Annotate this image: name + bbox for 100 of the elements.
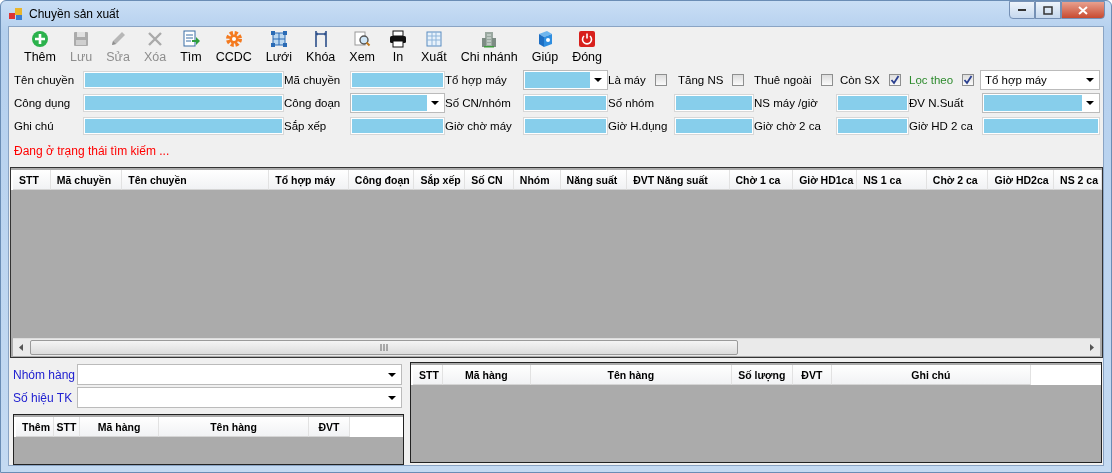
toolbar-button[interactable]: Xuất	[414, 30, 454, 68]
checkbox[interactable]	[962, 74, 975, 86]
pencil-icon	[109, 30, 128, 48]
dropdown-field[interactable]	[982, 93, 1100, 113]
dropdown-field[interactable]	[77, 364, 402, 385]
horizontal-scrollbar[interactable]	[13, 338, 1100, 356]
input-field[interactable]	[83, 94, 284, 112]
magnifier-icon	[353, 30, 372, 48]
field-label: Tên chuyền	[14, 74, 76, 86]
field-label: Công dụng	[14, 97, 72, 109]
maximize-button[interactable]	[1035, 1, 1061, 19]
document-icon	[181, 30, 200, 48]
field-label: ĐV N.Suất	[909, 97, 965, 109]
checkbox-label: Lọc theo	[909, 74, 954, 86]
column-header: Tên hàng	[530, 365, 732, 385]
minimize-icon	[1017, 8, 1027, 12]
toolbar-button[interactable]: Chi nhánh	[453, 30, 525, 68]
input-field[interactable]	[523, 117, 608, 135]
dropdown-field[interactable]	[77, 387, 402, 408]
column-header: Tổ hợp máy	[269, 170, 349, 190]
checkbox-label: Tăng NS	[678, 74, 724, 86]
gear-icon	[224, 30, 243, 48]
column-header: Chờ 2 ca	[926, 170, 989, 190]
input-field[interactable]	[83, 71, 284, 89]
dropdown-field[interactable]	[523, 70, 608, 90]
field-label: Nhóm hàng	[13, 367, 77, 382]
toolbar-button[interactable]: CCDC	[208, 30, 259, 68]
floppy-icon	[72, 30, 91, 48]
column-header: Số lượng	[731, 365, 793, 385]
column-header: STT	[413, 365, 443, 385]
checkbox-label: Thuê ngoài	[754, 74, 812, 86]
column-header: Số CN	[465, 170, 514, 190]
field-label: Giờ H.dụng	[608, 120, 669, 132]
field-label: Tổ hợp máy	[445, 74, 508, 86]
column-header: ĐVT	[792, 365, 832, 385]
building-icon	[480, 30, 499, 48]
column-header: Mã hàng	[80, 417, 159, 437]
column-header: Giờ HD2ca	[988, 170, 1055, 190]
input-field[interactable]	[982, 117, 1100, 135]
sheet-icon	[424, 30, 443, 48]
toolbar-button[interactable]: Thêm	[17, 30, 63, 68]
input-field[interactable]	[674, 117, 754, 135]
input-field[interactable]	[674, 94, 754, 112]
cross-icon	[146, 30, 165, 48]
field-label: Số CN/nhóm	[445, 97, 512, 109]
printer-icon	[389, 30, 407, 48]
field-label: Sắp xếp	[284, 120, 328, 132]
checkbox[interactable]	[888, 74, 901, 86]
column-header: NS 1 ca	[857, 170, 927, 190]
toolbar-button[interactable]: Giúp	[524, 30, 566, 68]
field-label: Giờ chờ máy	[445, 120, 513, 132]
app-icon	[9, 6, 23, 21]
checkbox-label: Là máy	[608, 74, 646, 86]
field-label: Giờ chờ 2 ca	[754, 120, 822, 132]
column-header: NS 2 ca	[1054, 170, 1102, 190]
field-label: Số nhóm	[608, 97, 656, 109]
column-header: Năng suất	[560, 170, 628, 190]
plus-icon	[30, 30, 49, 48]
power-icon	[578, 30, 597, 48]
maximize-icon	[1043, 5, 1053, 15]
toolbar-button[interactable]: Đóng	[565, 30, 609, 68]
dropdown-field[interactable]	[350, 93, 445, 113]
column-header: ĐVT	[309, 417, 350, 437]
input-field[interactable]	[836, 117, 909, 135]
field-label: Số hiệu TK	[13, 390, 74, 405]
field-label: NS máy /giờ	[754, 97, 819, 109]
column-header: Thêm	[16, 417, 54, 437]
input-field[interactable]	[523, 94, 608, 112]
minimize-button[interactable]	[1009, 1, 1035, 19]
toolbar-button[interactable]: Khóa	[299, 30, 343, 68]
toolbar-button[interactable]: Xem	[342, 30, 382, 68]
close-button[interactable]	[1061, 1, 1105, 19]
toolbar-button[interactable]: In	[382, 30, 414, 68]
input-field[interactable]	[836, 94, 909, 112]
checkbox[interactable]	[732, 74, 745, 86]
toolbar-button[interactable]: Lưới	[258, 30, 300, 68]
input-field[interactable]	[83, 117, 284, 135]
column-header: Ghi chú	[831, 365, 1031, 385]
column-header: Tên hàng	[159, 417, 309, 437]
status-message: Đang ở trạng thái tìm kiếm ...	[13, 143, 171, 160]
checkbox[interactable]	[654, 74, 667, 86]
dropdown-field[interactable]: Tổ hợp máy	[980, 70, 1100, 90]
column-header: Chờ 1 ca	[729, 170, 794, 190]
input-field[interactable]	[350, 71, 445, 89]
field-label: Giờ HD 2 ca	[909, 120, 974, 132]
field-label: Công đoạn	[284, 97, 342, 109]
window-title: Chuyền sản xuất	[29, 6, 121, 21]
input-field[interactable]	[350, 117, 445, 135]
toolbar-button[interactable]: Tìm	[173, 30, 209, 68]
column-header: STT	[13, 170, 51, 190]
column-header: Giờ HD1ca	[793, 170, 858, 190]
column-header: Mã chuyền	[50, 170, 123, 190]
column-header: ĐVT Năng suất	[627, 170, 730, 190]
grip-icon	[379, 344, 389, 351]
column-header: Sắp xếp	[414, 170, 466, 190]
checkbox[interactable]	[820, 74, 833, 86]
checkbox-label: Còn SX	[840, 74, 880, 86]
column-header: Nhóm	[513, 170, 561, 190]
column-header: Tên chuyền	[122, 170, 270, 190]
grid-icon	[269, 30, 288, 48]
